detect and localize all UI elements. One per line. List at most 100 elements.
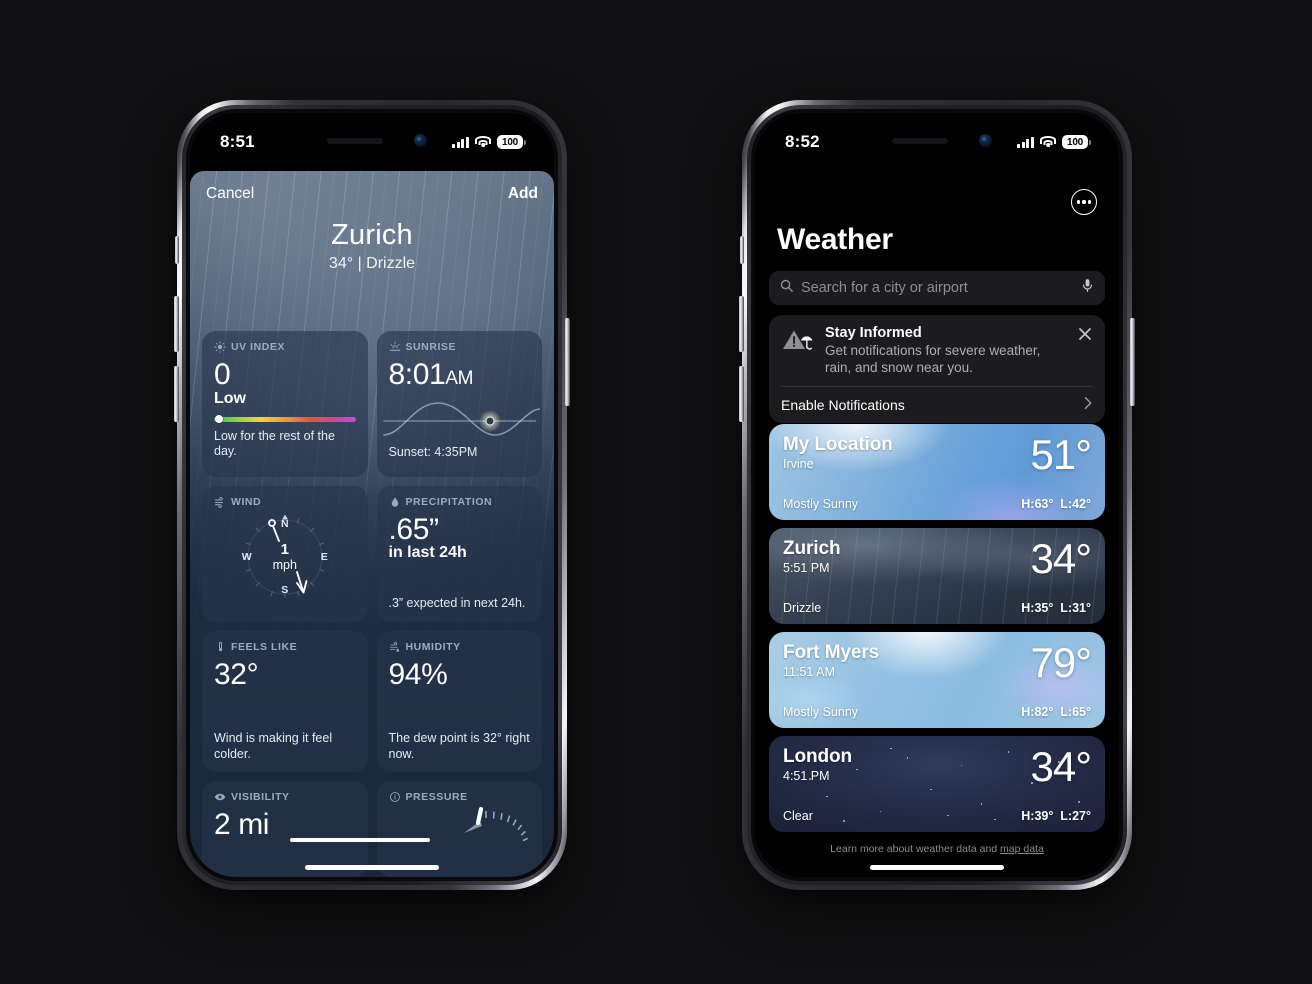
battery-level: 100	[497, 135, 523, 149]
enable-notifications-button[interactable]: Enable Notifications	[781, 387, 1093, 423]
earpiece-speaker-icon	[327, 138, 383, 144]
volume-down-button[interactable]	[174, 366, 179, 422]
humidity-label: HUMIDITY	[405, 640, 461, 653]
sunrise-header: SUNRISE	[389, 341, 531, 353]
city-card-high: H:39°	[1021, 809, 1054, 823]
uv-index-footer: Low for the rest of the day.	[214, 428, 335, 459]
notice-title: Stay Informed	[825, 325, 922, 341]
city-card-high: H:35°	[1021, 601, 1054, 615]
humidity-value: 94%	[388, 657, 448, 691]
city-card-name: My Location	[783, 434, 893, 455]
add-button[interactable]: Add	[508, 185, 538, 203]
city-card-condition: Drizzle	[783, 601, 822, 615]
map-data-link[interactable]: map data	[1000, 843, 1044, 855]
feels-like-footer: Wind is making it feel colder.	[214, 731, 333, 761]
wind-card[interactable]: WIND 1 mph N S W E	[202, 485, 368, 622]
power-button-right[interactable]	[1130, 318, 1135, 406]
uv-index-header: UV INDEX	[214, 341, 356, 353]
city-card-condition: Mostly Sunny	[783, 497, 859, 511]
battery-level-right: 100	[1062, 135, 1088, 149]
wifi-icon-right	[1040, 136, 1056, 148]
footer-prefix: Learn more about weather data and	[830, 843, 1001, 855]
sunrise-icon	[389, 341, 401, 353]
city-card-sub: Irvine	[783, 457, 814, 471]
visibility-header: VISIBILITY	[214, 791, 356, 803]
sun-position-marker	[485, 416, 495, 425]
home-indicator-right[interactable]	[870, 865, 1004, 870]
city-card-high: H:63°	[1021, 497, 1054, 511]
sun-icon	[214, 341, 226, 353]
home-indicator-left[interactable]	[305, 865, 439, 870]
cancel-button[interactable]: Cancel	[206, 185, 254, 203]
eye-icon	[214, 791, 226, 803]
search-placeholder: Search for a city or airport	[801, 280, 968, 296]
volume-up-button[interactable]	[174, 296, 179, 352]
sunrise-card[interactable]: SUNRISE 8:01AM Sunset: 4:35PM	[376, 331, 542, 477]
city-summary: 34° | Drizzle	[328, 255, 416, 273]
city-card-temp: 34°	[1030, 743, 1092, 790]
metrics-grid: UV INDEX 0 Low Low for the rest of the d…	[202, 331, 542, 877]
close-icon[interactable]	[1077, 326, 1093, 342]
humidity-icon	[389, 641, 401, 653]
city-card-name: London	[783, 746, 853, 767]
city-card-temp: 51°	[1030, 431, 1092, 478]
visibility-row: 2 mi	[214, 807, 356, 841]
notch	[293, 126, 451, 156]
battery-icon: 100	[497, 135, 526, 149]
status-time-right: 8:52	[785, 132, 820, 151]
wind-speed-unit: mph	[272, 557, 297, 572]
city-card-london[interactable]: London 4:51 PM Clear 34° H:39° L:27°	[769, 736, 1105, 832]
city-card-name: Fort Myers	[783, 642, 880, 663]
phone-right: 8:52 100 Weather Search for a city or ai…	[739, 100, 1135, 890]
city-card-fort-myers[interactable]: Fort Myers 11:51 AM Mostly Sunny 79° H:8…	[769, 632, 1105, 728]
notch-right	[858, 126, 1016, 156]
page-title: Weather	[777, 223, 893, 256]
city-card-name: Zurich	[783, 538, 841, 559]
feels-like-card[interactable]: FEELS LIKE 32° Wind is making it feel co…	[202, 630, 368, 773]
uv-index-card[interactable]: UV INDEX 0 Low Low for the rest of the d…	[202, 331, 368, 477]
precipitation-card[interactable]: PRECIPITATION .65” in last 24h .3” expec…	[376, 485, 542, 622]
city-card-condition: Mostly Sunny	[783, 705, 859, 719]
wind-header: WIND	[214, 496, 356, 508]
mute-switch-right[interactable]	[740, 236, 744, 264]
sunrise-time-value: 8:01	[388, 358, 446, 391]
precipitation-period: in last 24h	[388, 544, 467, 562]
humidity-card[interactable]: HUMIDITY 94% The dew point is 32° right …	[376, 630, 542, 773]
severe-weather-alert-icon	[781, 327, 815, 359]
ellipsis-circle-icon[interactable]	[1071, 189, 1097, 215]
pressure-card[interactable]: PRESSURE	[376, 781, 542, 877]
mute-switch[interactable]	[175, 236, 179, 264]
city-card-sub: 4:51 PM	[783, 769, 830, 783]
search-input[interactable]: Search for a city or airport	[769, 271, 1105, 305]
city-card-condition: Clear	[783, 809, 813, 823]
pressure-label: PRESSURE	[405, 791, 468, 804]
front-camera-icon	[414, 134, 427, 147]
visibility-bar	[290, 838, 430, 842]
feels-like-header: FEELS LIKE	[214, 641, 356, 653]
wind-label: WIND	[231, 495, 262, 508]
microphone-icon[interactable]	[1080, 278, 1095, 298]
city-card-sub: 11:51 AM	[783, 665, 835, 679]
humidity-header: HUMIDITY	[389, 641, 531, 653]
add-city-sheet: Cancel Add Zurich 34° | Drizzle UV INDEX…	[190, 171, 554, 877]
visibility-card[interactable]: VISIBILITY 2 mi	[202, 781, 368, 877]
power-button[interactable]	[565, 318, 570, 406]
city-card-low: L:31°	[1060, 601, 1091, 615]
cellular-bars-icon	[452, 136, 469, 148]
front-camera-icon-right	[979, 134, 992, 147]
wind-speed-value: 1	[280, 540, 289, 558]
precipitation-label: PRECIPITATION	[405, 495, 493, 508]
stay-informed-notice: Stay Informed Get notifications for seve…	[769, 315, 1105, 423]
city-card-low: L:42°	[1060, 497, 1091, 511]
city-name: Zurich	[331, 219, 413, 251]
compass-label-w: W	[241, 550, 252, 563]
footer-legal: Learn more about weather data and map da…	[755, 843, 1119, 855]
volume-up-button-right[interactable]	[739, 296, 744, 352]
volume-down-button-right[interactable]	[739, 366, 744, 422]
sun-arc-graph	[382, 397, 540, 443]
city-card-zurich[interactable]: Zurich 5:51 PM Drizzle 34° H:35° L:31°	[769, 528, 1105, 624]
uv-index-gradient-bar	[214, 415, 356, 423]
city-card-my-location[interactable]: My Location Irvine Mostly Sunny 51° H:63…	[769, 424, 1105, 520]
city-card-high: H:82°	[1021, 705, 1054, 719]
uv-index-label: UV INDEX	[231, 341, 285, 353]
